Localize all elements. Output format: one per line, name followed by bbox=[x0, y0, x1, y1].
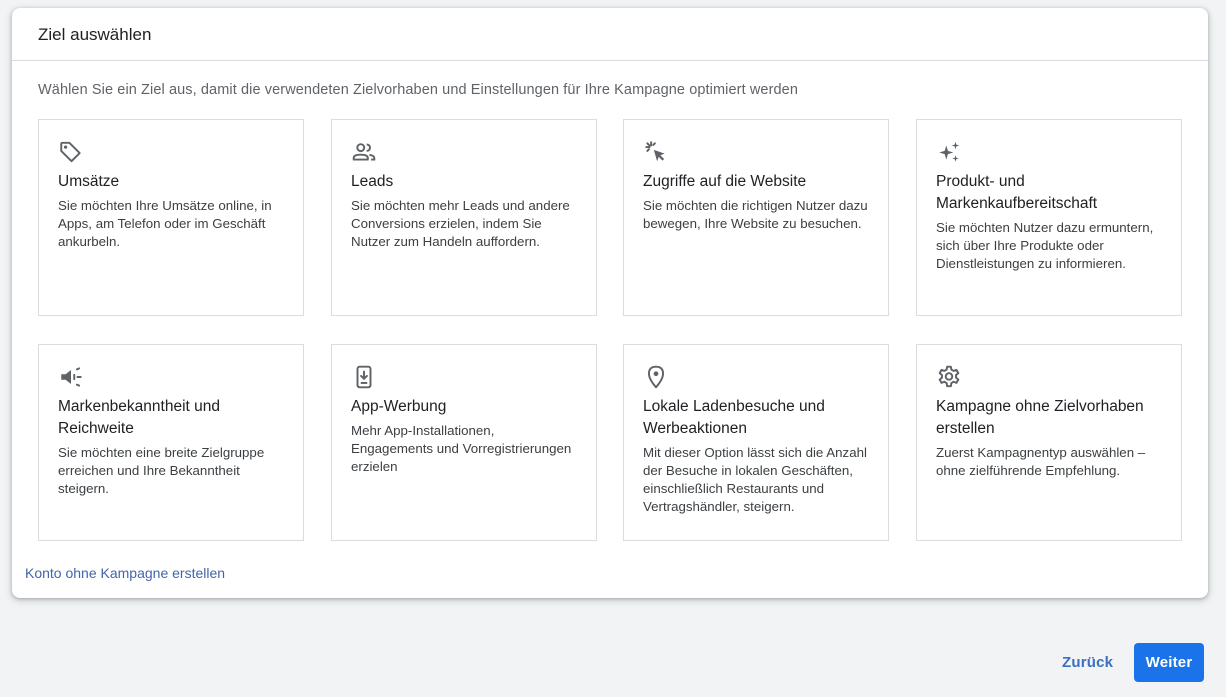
goal-dialog: Ziel auswählen Wählen Sie ein Ziel aus, … bbox=[12, 8, 1208, 598]
goal-description: Sie möchten Nutzer dazu ermuntern, sich … bbox=[936, 220, 1154, 271]
goal-card-no-goal[interactable]: Kampagne ohne Zielvorhaben erstellen Zue… bbox=[916, 344, 1182, 541]
goal-title: Leads bbox=[351, 173, 394, 190]
goal-card-website-traffic[interactable]: Zugriffe auf die Website Sie möchten die… bbox=[623, 119, 889, 316]
goal-grid: Umsätze Sie möchten Ihre Umsätze online,… bbox=[38, 119, 1182, 542]
goal-description: Mit dieser Option lässt sich die Anzahl … bbox=[643, 445, 867, 514]
goal-card-umsaetze[interactable]: Umsätze Sie möchten Ihre Umsätze online,… bbox=[38, 119, 304, 316]
location-pin-icon bbox=[643, 364, 669, 390]
goal-card-awareness[interactable]: Markenbekanntheit und Reichweite Sie möc… bbox=[38, 344, 304, 541]
goal-card-consideration[interactable]: Produkt- und Markenkaufbereitschaft Sie … bbox=[916, 119, 1182, 316]
next-button[interactable]: Weiter bbox=[1134, 643, 1204, 682]
goal-title: Produkt- und Markenkaufbereitschaft bbox=[936, 173, 1098, 212]
goal-description: Mehr App-Installationen, Engagements und… bbox=[351, 423, 572, 474]
goal-title: Lokale Ladenbesuche und Werbeaktionen bbox=[643, 398, 825, 437]
goal-description: Sie möchten Ihre Umsätze online, in Apps… bbox=[58, 198, 272, 249]
back-button[interactable]: Zurück bbox=[1062, 654, 1113, 671]
goal-title: Kampagne ohne Zielvorhaben erstellen bbox=[936, 398, 1144, 437]
tag-icon bbox=[58, 139, 84, 165]
goal-description: Zuerst Kampagnentyp auswählen – ohne zie… bbox=[936, 445, 1146, 478]
goal-title: Markenbekanntheit und Reichweite bbox=[58, 398, 221, 437]
create-account-without-campaign-link[interactable]: Konto ohne Kampagne erstellen bbox=[25, 565, 225, 581]
sparkle-icon bbox=[936, 139, 962, 165]
goal-description: Sie möchten mehr Leads und andere Conver… bbox=[351, 198, 570, 249]
megaphone-icon bbox=[58, 364, 84, 390]
goal-card-leads[interactable]: Leads Sie möchten mehr Leads und andere … bbox=[331, 119, 597, 316]
goal-title: App-Werbung bbox=[351, 398, 447, 415]
mobile-download-icon bbox=[351, 364, 377, 390]
dialog-intro: Wählen Sie ein Ziel aus, damit die verwe… bbox=[38, 82, 798, 98]
gear-icon bbox=[936, 364, 962, 390]
people-icon bbox=[351, 139, 377, 165]
goal-card-app-promotion[interactable]: App-Werbung Mehr App-Installationen, Eng… bbox=[331, 344, 597, 541]
goal-description: Sie möchten eine breite Zielgruppe errei… bbox=[58, 445, 265, 496]
goal-title: Umsätze bbox=[58, 173, 120, 190]
goal-card-local-visits[interactable]: Lokale Ladenbesuche und Werbeaktionen Mi… bbox=[623, 344, 889, 541]
goal-description: Sie möchten die richtigen Nutzer dazu be… bbox=[643, 198, 868, 231]
cursor-click-icon bbox=[643, 139, 669, 165]
goal-title: Zugriffe auf die Website bbox=[643, 173, 807, 190]
dialog-title: Ziel auswählen bbox=[12, 8, 1208, 61]
